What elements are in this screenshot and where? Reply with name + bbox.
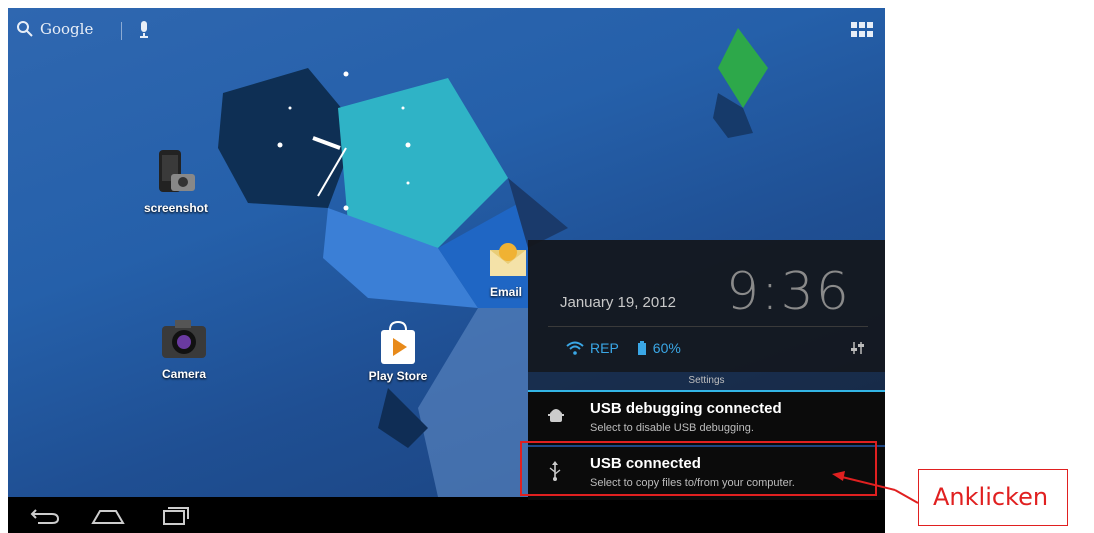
search-icon <box>17 21 33 37</box>
status-row: REP 60% <box>566 340 681 356</box>
notification-subtitle: Select to disable USB debugging. <box>590 422 754 434</box>
callout-text: Anklicken <box>933 483 1049 511</box>
date-label: January 19, 2012 <box>560 294 676 311</box>
notification-title: USB debugging connected <box>590 400 782 417</box>
wifi-icon <box>566 341 584 355</box>
search-divider <box>121 22 122 40</box>
app-label: screenshot <box>143 201 209 215</box>
app-icon-play-store[interactable]: Play Store <box>358 320 438 383</box>
microphone-icon[interactable] <box>138 21 150 39</box>
google-label: Google <box>40 20 94 38</box>
app-label: Play Store <box>368 369 428 383</box>
email-app-icon <box>490 243 526 276</box>
camera-app-icon <box>162 320 206 358</box>
back-icon[interactable] <box>30 505 60 525</box>
home-icon[interactable] <box>90 505 126 525</box>
all-apps-icon[interactable] <box>851 22 873 38</box>
screenshot-app-icon <box>159 150 195 192</box>
app-label: Camera <box>161 367 207 381</box>
quick-settings-icon[interactable] <box>850 340 866 356</box>
recent-apps-icon[interactable] <box>160 505 190 525</box>
highlight-box <box>520 441 877 496</box>
play-store-icon <box>381 320 415 364</box>
app-icon-camera[interactable]: Camera <box>144 316 224 381</box>
settings-label[interactable]: Settings <box>528 372 885 392</box>
wifi-name: REP <box>590 340 619 356</box>
battery-level: 60% <box>652 340 681 356</box>
notification-header: January 19, 2012 9:36 REP 60% <box>528 240 885 372</box>
system-navigation-bar <box>8 497 885 533</box>
annotation-callout: Anklicken <box>918 469 1068 526</box>
notification-usb-debugging[interactable]: USB debugging connected Select to disabl… <box>528 392 885 445</box>
app-icon-screenshot[interactable]: screenshot <box>136 148 216 215</box>
header-divider <box>548 326 868 327</box>
top-bar: Google <box>8 8 885 52</box>
battery-icon <box>637 341 646 355</box>
android-debug-icon <box>548 409 564 422</box>
google-search-button[interactable]: Google <box>16 20 93 38</box>
clock-time: 9:36 <box>726 262 851 322</box>
